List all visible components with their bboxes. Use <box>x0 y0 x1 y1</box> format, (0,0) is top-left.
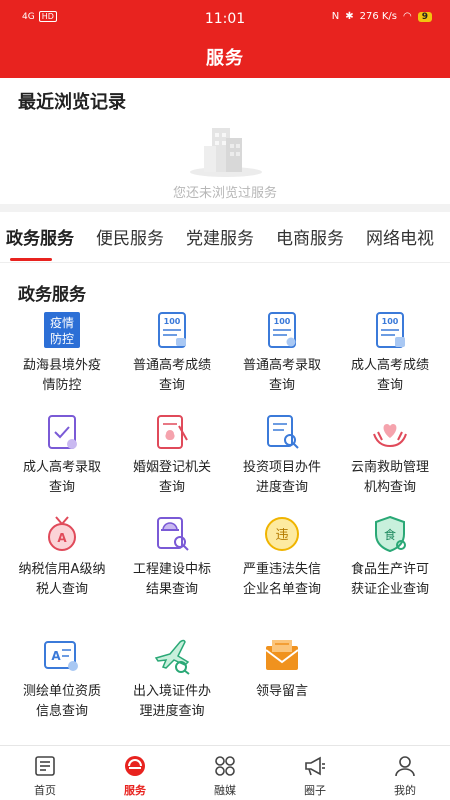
empty-buildings-icon <box>190 128 262 177</box>
construction-bid-icon <box>157 517 189 551</box>
tab-convenience[interactable]: 便民服务 <box>96 224 164 249</box>
epidemic-icon-text-top: 疫情 <box>50 315 74 330</box>
home-newspaper-icon <box>35 756 55 776</box>
status-right: N ✱ 276 K/s ◠ 9 <box>332 11 432 22</box>
adult-score-100-text: 100 <box>382 317 399 326</box>
violation-list-icon: 违 <box>265 517 299 551</box>
service-violation-list[interactable]: 违 严重违法失信企业名单查询 <box>226 514 338 600</box>
nav-label: 圈子 <box>304 784 326 797</box>
empty-history-text: 您还未浏览过服务 <box>172 186 277 201</box>
megaphone-icon <box>305 756 325 776</box>
service-label: 出入境证件办理进度查询 <box>132 684 211 719</box>
media-grid-icon <box>215 756 235 776</box>
nav-media[interactable]: 融媒 <box>180 746 270 800</box>
service-rescue-agency[interactable]: 云南救助管理机构查询 <box>334 412 446 498</box>
service-label: 云南救助管理机构查询 <box>350 460 429 495</box>
network-speed: 276 K/s <box>359 11 397 22</box>
service-epidemic-control[interactable]: 疫情 防控 勐海县境外疫情防控 <box>6 310 118 396</box>
nav-label: 融媒 <box>214 784 236 797</box>
nav-service[interactable]: 服务 <box>90 746 180 800</box>
tax-a-text: A <box>57 531 67 545</box>
investment-project-icon <box>267 415 299 449</box>
violation-char-text: 违 <box>275 528 288 543</box>
page-title: 服务 <box>206 48 244 69</box>
service-label: 普通高考录取查询 <box>242 358 321 393</box>
epidemic-icon-text-bottom: 防控 <box>50 331 74 346</box>
service-leader-message[interactable]: 领导留言 <box>226 636 338 702</box>
marriage-registration-icon <box>157 415 188 449</box>
surveying-unit-icon: A <box>44 641 78 671</box>
battery-icon: 9 <box>417 11 432 22</box>
admission-100-text: 100 <box>274 317 291 326</box>
tabs-border <box>0 262 450 263</box>
user-icon <box>395 756 415 777</box>
service-label: 投资项目办件进度查询 <box>242 460 321 495</box>
top-bar: 4G HD 11:01 N ✱ 276 K/s ◠ 9 服务 <box>0 0 450 78</box>
recent-history-title: 最近浏览记录 <box>18 92 126 113</box>
nav-mine[interactable]: 我的 <box>360 746 450 800</box>
service-exam-score[interactable]: 100 普通高考成绩查询 <box>116 310 228 396</box>
service-tax-credit[interactable]: A 纳税信用A级纳税人查询 <box>6 514 118 600</box>
service-surveying-unit[interactable]: A 测绘单位资质信息查询 <box>6 636 118 722</box>
adult-exam-admission-icon <box>48 415 77 449</box>
service-exam-admission[interactable]: 100 普通高考录取查询 <box>226 310 338 396</box>
bluetooth-icon: ✱ <box>345 11 354 22</box>
service-marriage-registration[interactable]: 婚姻登记机关查询 <box>116 412 228 498</box>
service-icon <box>125 756 145 776</box>
nav-circle[interactable]: 圈子 <box>270 746 360 800</box>
tab-network-tv[interactable]: 网络电视 <box>366 224 434 249</box>
adult-exam-score-icon: 100 <box>376 312 405 348</box>
nfc-icon: N <box>331 11 340 22</box>
tab-government[interactable]: 政务服务 <box>6 224 74 249</box>
wifi-icon: ◠ <box>403 11 412 22</box>
nav-label: 服务 <box>124 784 146 797</box>
food-char-text: 食 <box>384 527 396 542</box>
service-label: 严重违法失信企业名单查询 <box>242 562 321 597</box>
service-label: 成人高考录取查询 <box>22 460 101 495</box>
food-license-icon: 食 <box>375 515 406 553</box>
score-100-text: 100 <box>164 317 181 326</box>
leader-message-icon <box>265 640 299 670</box>
service-label: 工程建设中标结果查询 <box>132 562 211 597</box>
service-investment-project[interactable]: 投资项目办件进度查询 <box>226 412 338 498</box>
tab-ecommerce[interactable]: 电商服务 <box>276 224 344 249</box>
service-label: 成人高考成绩查询 <box>350 358 429 393</box>
nav-label: 我的 <box>394 784 416 797</box>
section-divider <box>0 204 450 212</box>
service-label: 食品生产许可获证企业查询 <box>350 562 429 597</box>
tab-party-building[interactable]: 党建服务 <box>186 224 254 249</box>
service-adult-exam-score[interactable]: 100 成人高考成绩查询 <box>334 310 446 396</box>
active-tab-indicator <box>10 258 52 261</box>
exam-score-icon: 100 <box>158 312 186 348</box>
service-immigration-document[interactable]: 出入境证件办理进度查询 <box>116 636 228 722</box>
service-label: 领导留言 <box>255 684 308 699</box>
nav-label: 首页 <box>34 784 56 797</box>
service-label: 普通高考成绩查询 <box>132 358 211 393</box>
status-bar: 4G HD 11:01 N ✱ 276 K/s ◠ 9 <box>0 0 450 40</box>
service-construction-bid[interactable]: 工程建设中标结果查询 <box>116 514 228 600</box>
section-title: 政务服务 <box>18 285 86 305</box>
immigration-document-icon <box>154 639 190 675</box>
service-label: 婚姻登记机关查询 <box>132 460 211 495</box>
service-label: 勐海县境外疫情防控 <box>22 358 101 393</box>
service-adult-exam-admission[interactable]: 成人高考录取查询 <box>6 412 118 498</box>
service-food-license[interactable]: 食 食品生产许可获证企业查询 <box>334 514 446 600</box>
svg-text:A: A <box>51 649 61 663</box>
exam-admission-icon: 100 <box>268 312 296 348</box>
nav-home[interactable]: 首页 <box>0 746 90 800</box>
epidemic-control-icon: 疫情 防控 <box>44 312 80 348</box>
tax-credit-icon: A <box>48 516 76 551</box>
rescue-agency-icon <box>373 424 407 448</box>
bottom-nav: 首页 服务 融媒 圈子 我的 <box>0 745 450 800</box>
service-tabs: 政务服务 便民服务 党建服务 电商服务 网络电视 <box>0 218 450 260</box>
service-label: 测绘单位资质信息查询 <box>22 684 101 719</box>
service-label: 纳税信用A级纳税人查询 <box>18 562 106 597</box>
